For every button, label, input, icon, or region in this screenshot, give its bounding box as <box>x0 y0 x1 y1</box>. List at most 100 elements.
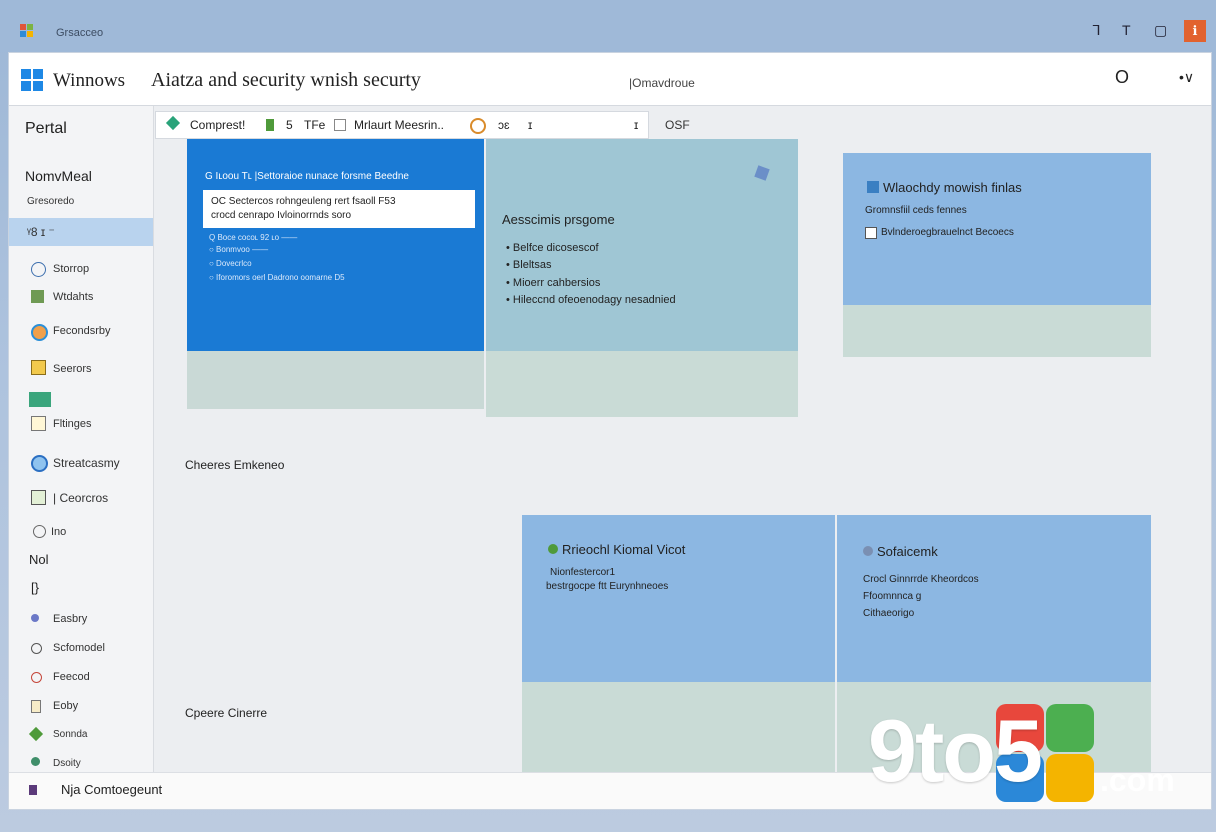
widget-icon <box>31 290 44 303</box>
toolbar-item-message[interactable]: Mrlaurt Meesrin.. <box>354 118 444 132</box>
app-logo-icon <box>20 24 33 37</box>
card-teal[interactable]: Aesscimis prsgome • Belfce dicosescof • … <box>486 139 798 417</box>
clock-icon <box>31 262 46 277</box>
card-bottom-right-line: Ffoomnnca g <box>863 591 922 602</box>
card-bottom-left-header <box>522 515 835 682</box>
card-bottom-right-line: Crocl Ginnrrde Kheordcos <box>863 574 979 585</box>
sidebar-item-label: Storrop <box>53 263 90 275</box>
card-bottom-right-title: Sofaicemk <box>877 544 938 559</box>
sidebar-item-label: Fecondsrby <box>53 325 111 337</box>
header-bar: Winnows Aiatza and security wnish securt… <box>9 53 1211 106</box>
windows-logo-icon <box>21 69 43 91</box>
arrow-icon <box>29 785 37 795</box>
card-teal-bullet: • Hileccnd ofeoenodagy nesadnied <box>506 294 676 306</box>
watermark-text: 9to5 <box>868 701 1043 800</box>
card-blue-input-line-2: crocd cenrapo Ivloinorrnds soro <box>211 210 352 221</box>
toolbar: Comprest! 5 TFe Mrlaurt Meesrin.. ɔɛ ɪ ɪ <box>155 111 649 139</box>
bottom-bar-label[interactable]: Nja Comtoegeunt <box>61 782 162 797</box>
sidebar: Pertal NomvMeal Gresoredo ᵞ8 ɪ ⁻ Storrop… <box>9 106 154 809</box>
chevron-down-icon[interactable]: •∨ <box>1179 69 1194 86</box>
card-right-line: Bvlnderoegbrauelnct Becoecs <box>881 227 1014 238</box>
card-teal-bullet: • Belfce dicosescof <box>506 242 599 254</box>
card-right-subtitle: Gromnsfiil ceds fennes <box>865 205 967 216</box>
bracket-icon: [} <box>31 580 39 595</box>
header-center-label: |Omavdroue <box>629 76 695 90</box>
card-blue-list-item[interactable]: Q Boce cocoʟ 92 ʟo —— <box>209 233 297 242</box>
toolbar-item-5[interactable]: 5 <box>286 118 293 132</box>
sidebar-heading: Pertal <box>25 120 67 137</box>
card-blue-list-item[interactable]: ○ Iforomors oerl Dadrono oomarne D5 <box>209 273 345 282</box>
card-blue-title: G Iʟoou Tʟ |Settoraioe nunace forsme Bee… <box>205 171 409 182</box>
card-bottom-left[interactable]: Rrieochl Kiomal Vicot Nionfestercor1 bes… <box>522 515 835 772</box>
toolbar-trailing-label: OSF <box>665 118 690 132</box>
sidebar-item-label: Scfomodel <box>53 642 105 654</box>
sidebar-item-label: | Ceorcros <box>53 491 109 505</box>
page-title: Aiatza and security wnish securty <box>151 69 421 91</box>
app-name: Winnows <box>53 70 126 91</box>
toolbar-item-bar-1: ɪ <box>528 118 533 132</box>
card-right-title: Wlaochdy mowish finlas <box>883 180 1022 195</box>
sidebar-item-label: Ino <box>51 526 67 538</box>
close-button[interactable]: ℹ <box>1184 20 1206 42</box>
folder-icon <box>31 360 46 375</box>
checkbox-icon[interactable] <box>334 119 346 131</box>
account-icon[interactable]: O <box>1115 67 1129 88</box>
section-label-two: Cpeere Cinerre <box>185 706 268 720</box>
toolbar-item-oe[interactable]: ɔɛ <box>498 118 510 132</box>
bullet-text: Bleltsas <box>512 259 552 271</box>
card-bottom-left-title: Rrieochl Kiomal Vicot <box>562 542 686 557</box>
compose-icon[interactable] <box>165 115 181 131</box>
document-icon <box>31 416 46 431</box>
person-icon <box>31 757 40 766</box>
app-icon <box>548 544 558 554</box>
section-label-one: Cheeres Emkeneo <box>185 458 285 472</box>
monitor-icon <box>31 490 46 505</box>
card-teal-bullet: • Bleltsas <box>506 259 552 271</box>
watermark-domain: .com <box>1100 762 1175 798</box>
card-bottom-left-line-2: bestrgocpe ftt Eurynhneoes <box>546 581 669 592</box>
bullet-text: Belfce dicosescof <box>512 242 599 254</box>
sidebar-item-label: Eoby <box>53 700 79 712</box>
sidebar-section: NomvMeal <box>25 168 92 184</box>
watermark: 9to5 .com <box>868 700 1198 810</box>
card-blue-input[interactable]: OC Sectercos rohngeuleng rert fsaoll F53… <box>203 190 475 228</box>
card-blue-list-item[interactable]: ○ Dovecrlco <box>209 259 252 268</box>
globe-icon <box>31 455 48 472</box>
card-blue-list-item[interactable]: ○ Bonmvoo —— <box>209 245 268 254</box>
app-icon <box>867 181 879 193</box>
sidebar-sub: Gresoredo <box>27 196 75 207</box>
outer-title: Grsacceo <box>56 27 104 39</box>
sidebar-item-selected[interactable]: ᵞ8 ɪ ⁻ <box>9 218 153 246</box>
sidebar-item-label: Streatcasmy <box>53 456 120 470</box>
card-blue-input-line-1: OC Sectercos rohngeuleng rert fsaoll F53 <box>211 196 396 207</box>
toolbar-item-tfe[interactable]: TFe <box>304 118 325 132</box>
document-icon <box>31 700 41 713</box>
bullet-text: Hileccnd ofeoenodagy nesadnied <box>512 294 676 306</box>
sidebar-selected-label: ᵞ8 ɪ ⁻ <box>27 225 55 239</box>
app-window: Winnows Aiatza and security wnish securt… <box>8 52 1212 810</box>
sidebar-item-label: Seerors <box>53 363 92 375</box>
pin-icon <box>31 614 39 622</box>
sidebar-item-label: Dsoity <box>53 758 81 769</box>
speaker-icon <box>865 227 877 239</box>
minimize-button[interactable]: ᒣ <box>1092 22 1101 39</box>
gear-icon <box>33 525 46 538</box>
feed-icon <box>31 672 42 683</box>
toolbar-compose[interactable]: Comprest! <box>190 118 245 132</box>
image-icon <box>29 392 51 407</box>
app-icon <box>863 546 873 556</box>
card-blue[interactable]: G Iʟoou Tʟ |Settoraioe nunace forsme Bee… <box>187 139 484 409</box>
sidebar-item-label: Easbry <box>53 613 88 625</box>
sidebar-item-label: Sonnda <box>53 729 88 740</box>
refresh-icon[interactable] <box>470 118 486 134</box>
toolbar-item-bar-2: ɪ <box>634 118 639 132</box>
sidebar-item-label: Wtdahts <box>53 291 94 303</box>
leaf-icon <box>28 726 44 742</box>
card-bottom-left-line-1: Nionfestercor1 <box>550 567 616 578</box>
restore-button[interactable]: T <box>1122 22 1131 38</box>
card-teal-title: Aesscimis prsgome <box>502 212 615 227</box>
card-right[interactable]: Wlaochdy mowish finlas Gromnsfiil ceds f… <box>843 153 1151 357</box>
sidebar-item-label: Fltinges <box>53 418 92 430</box>
maximize-button[interactable]: ▢ <box>1154 22 1167 39</box>
card-teal-bullet: • Mioerr cahbersios <box>506 277 601 289</box>
